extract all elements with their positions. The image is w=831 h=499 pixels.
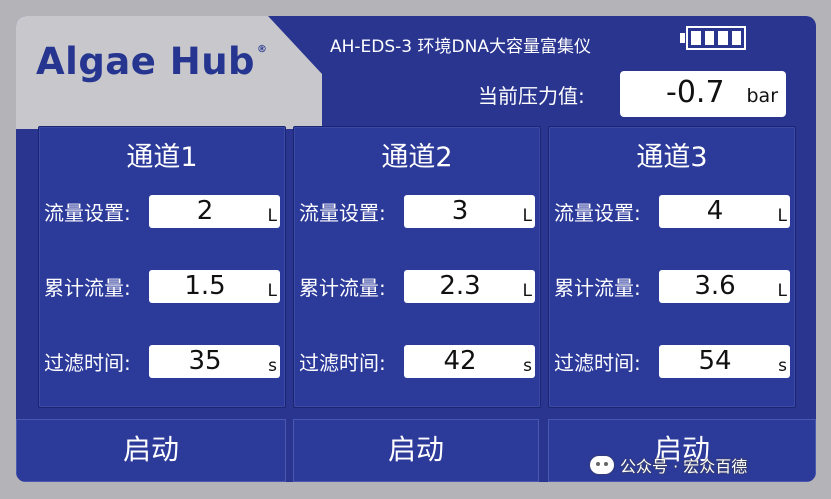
cumulative-flow-value: 3.6 bbox=[694, 271, 736, 301]
filter-time-unit: s bbox=[523, 356, 532, 376]
cumulative-flow-field: 2.3 L bbox=[404, 270, 535, 303]
flow-setting-value: 3 bbox=[451, 196, 469, 226]
filter-time-field: 54 s bbox=[659, 345, 790, 378]
filter-time-unit: s bbox=[778, 356, 787, 376]
channel-1-start-button[interactable]: 启动 bbox=[16, 419, 286, 482]
logo-panel: Algae Hub ® bbox=[16, 16, 322, 129]
flow-setting-unit: L bbox=[522, 206, 532, 226]
channel-2-start-button[interactable]: 启动 bbox=[293, 419, 539, 482]
cumulative-flow-value: 1.5 bbox=[184, 271, 226, 301]
cumulative-flow-unit: L bbox=[522, 281, 532, 301]
cumulative-flow-unit: L bbox=[777, 281, 787, 301]
battery-full-icon bbox=[680, 26, 746, 50]
flow-setting-unit: L bbox=[267, 206, 277, 226]
flow-setting-value: 2 bbox=[196, 196, 214, 226]
pressure-display: -0.7 bar bbox=[620, 71, 786, 117]
filter-time-label: 过滤时间: bbox=[44, 351, 131, 375]
cumulative-flow-label: 累计流量: bbox=[554, 276, 641, 300]
filter-time-label: 过滤时间: bbox=[299, 351, 386, 375]
watermark: 公众号 · 宏众百德 bbox=[590, 453, 747, 477]
channel-3-panel: 通道3 流量设置: 4 L 累计流量: 3.6 L 过滤时间: 54 s bbox=[548, 126, 796, 408]
flow-setting-label: 流量设置: bbox=[44, 201, 131, 225]
flow-setting-label: 流量设置: bbox=[299, 201, 386, 225]
channel-2-panel: 通道2 流量设置: 3 L 累计流量: 2.3 L 过滤时间: 42 s bbox=[293, 126, 541, 408]
channel-title: 通道1 bbox=[126, 142, 198, 173]
flow-setting-label: 流量设置: bbox=[554, 201, 641, 225]
cumulative-flow-label: 累计流量: bbox=[299, 276, 386, 300]
flow-setting-field[interactable]: 4 L bbox=[659, 195, 790, 228]
pressure-value: -0.7 bbox=[666, 75, 725, 110]
filter-time-value: 42 bbox=[443, 346, 477, 376]
pressure-label: 当前压力值: bbox=[478, 84, 585, 108]
device-screen: Algae Hub ® AH-EDS-3 环境DNA大容量富集仪 当前压力值: -… bbox=[16, 16, 816, 482]
cumulative-flow-field: 1.5 L bbox=[149, 270, 280, 303]
watermark-text: 公众号 · 宏众百德 bbox=[620, 457, 748, 476]
channel-1-panel: 通道1 流量设置: 2 L 累计流量: 1.5 L 过滤时间: 35 s bbox=[38, 126, 286, 408]
cumulative-flow-value: 2.3 bbox=[439, 271, 481, 301]
filter-time-unit: s bbox=[268, 356, 277, 376]
cumulative-flow-unit: L bbox=[267, 281, 277, 301]
cumulative-flow-field: 3.6 L bbox=[659, 270, 790, 303]
cumulative-flow-label: 累计流量: bbox=[44, 276, 131, 300]
flow-setting-unit: L bbox=[777, 206, 787, 226]
brand-logo: Algae Hub ® bbox=[36, 40, 268, 83]
channel-title: 通道3 bbox=[636, 142, 708, 173]
filter-time-field: 35 s bbox=[149, 345, 280, 378]
channel-title: 通道2 bbox=[381, 142, 453, 173]
flow-setting-value: 4 bbox=[706, 196, 724, 226]
filter-time-value: 35 bbox=[188, 346, 222, 376]
filter-time-field: 42 s bbox=[404, 345, 535, 378]
filter-time-value: 54 bbox=[698, 346, 732, 376]
device-title: AH-EDS-3 环境DNA大容量富集仪 bbox=[330, 37, 591, 57]
filter-time-label: 过滤时间: bbox=[554, 351, 641, 375]
wechat-icon bbox=[590, 456, 614, 474]
flow-setting-field[interactable]: 3 L bbox=[404, 195, 535, 228]
pressure-unit: bar bbox=[746, 85, 778, 107]
flow-setting-field[interactable]: 2 L bbox=[149, 195, 280, 228]
